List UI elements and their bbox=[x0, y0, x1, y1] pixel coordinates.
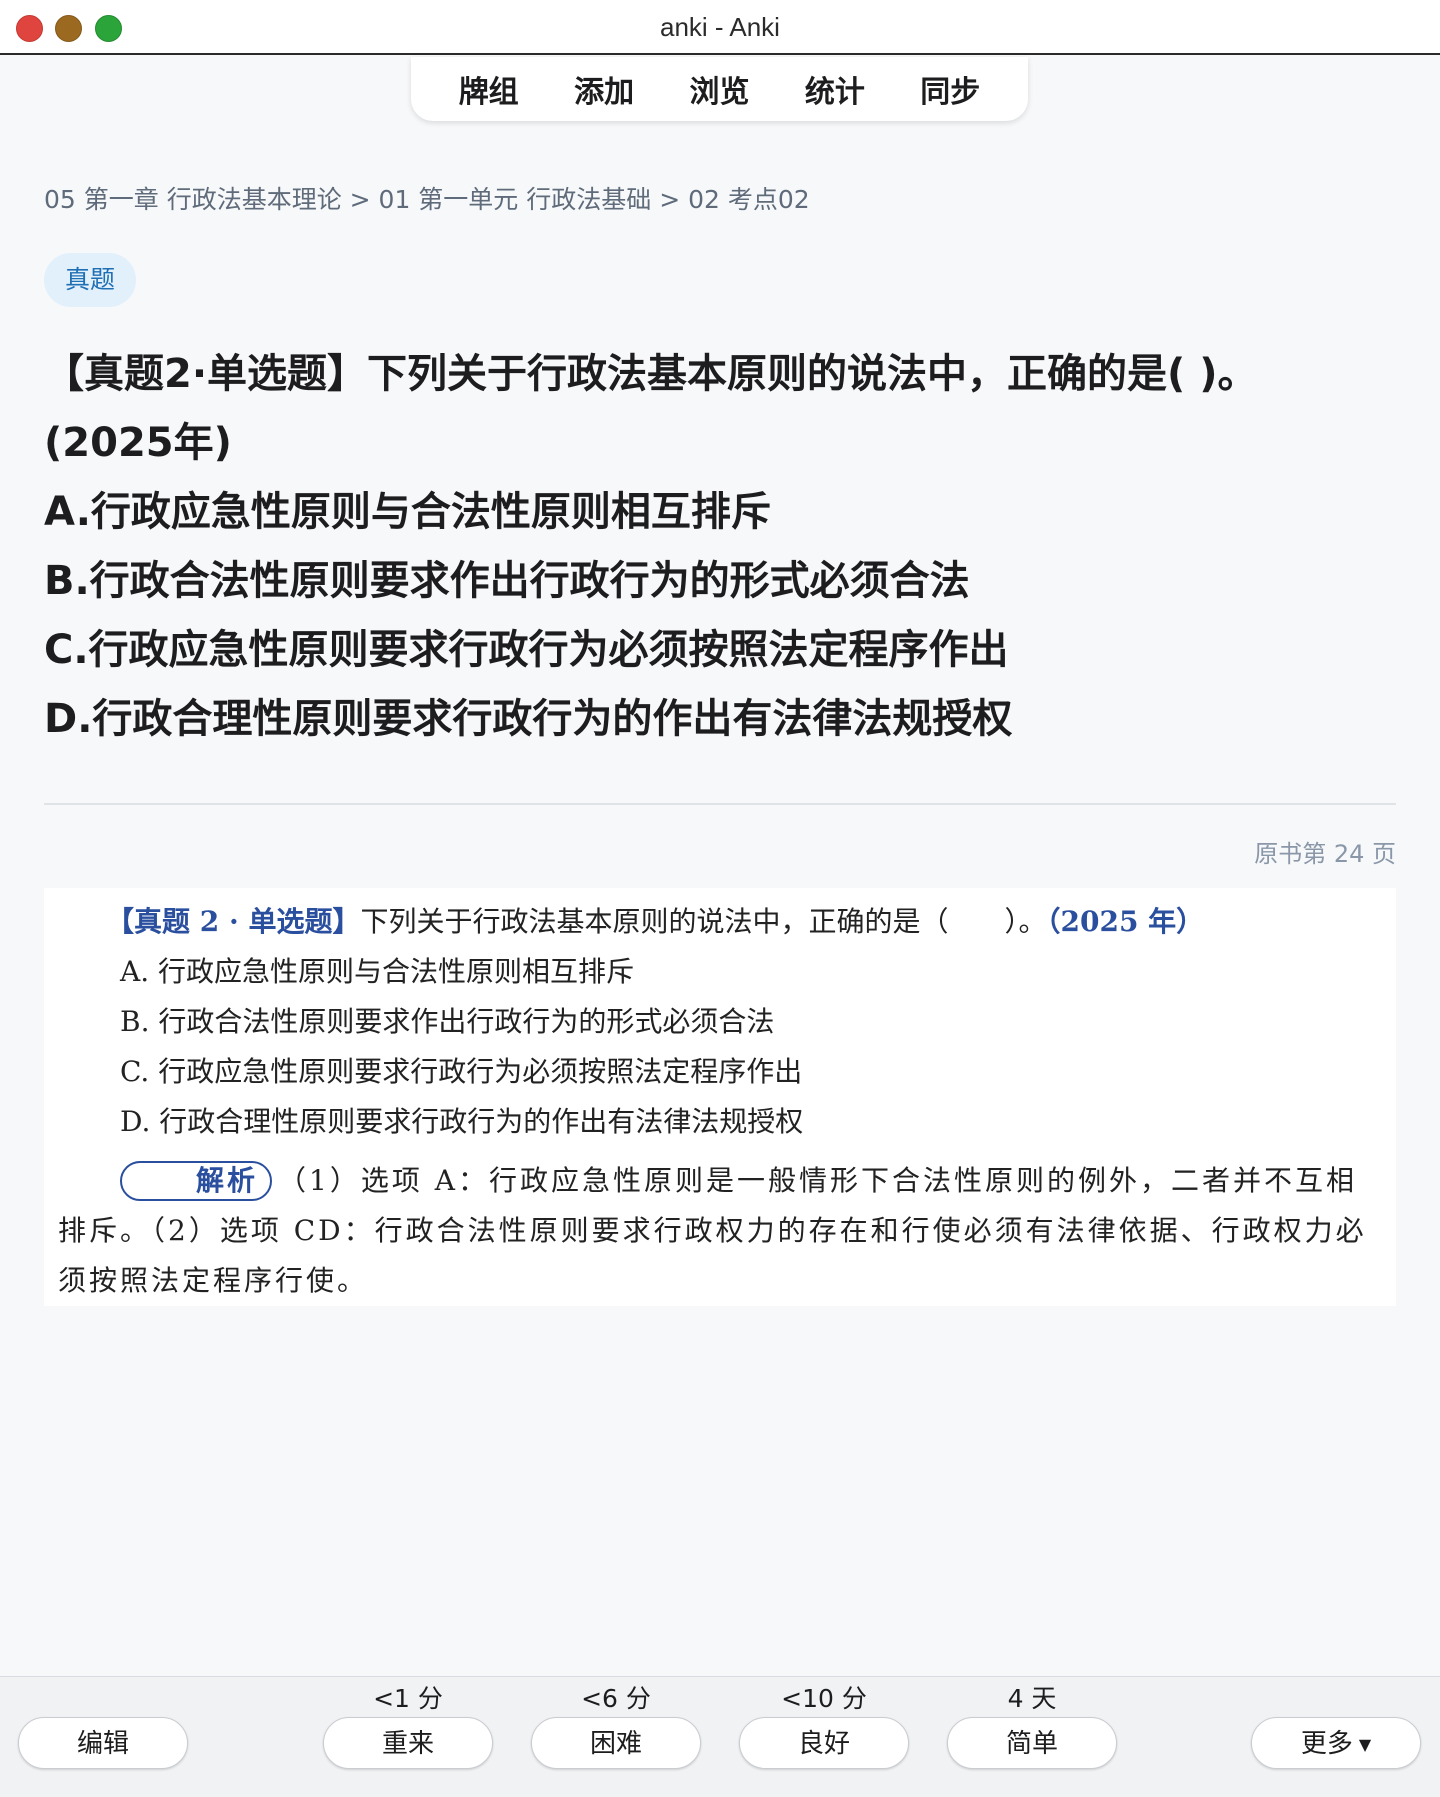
caret-down-icon: ▼ bbox=[1358, 1734, 1372, 1754]
toolbar-decks[interactable]: 牌组 bbox=[451, 63, 527, 115]
option-a: A.行政应急性原则与合法性原则相互排斥 bbox=[44, 489, 771, 535]
scan-heading-tag: 【真题 2 · 单选题】 bbox=[106, 905, 361, 938]
edit-button[interactable]: 编辑 bbox=[18, 1717, 188, 1769]
toolbar-stats[interactable]: 统计 bbox=[797, 63, 873, 115]
scan-heading: 【真题 2 · 单选题】下列关于行政法基本原则的说法中，正确的是（ ）。（202… bbox=[106, 900, 1204, 940]
card-tag: 真题 bbox=[44, 253, 136, 307]
interval-good: <10 分 bbox=[781, 1684, 867, 1713]
scan-option-b: B. 行政合法性原则要求作出行政行为的形式必须合法 bbox=[120, 1005, 775, 1038]
more-label: 更多 bbox=[1300, 1729, 1353, 1759]
option-c: C.行政应急性原则要求行政行为必须按照法定程序作出 bbox=[44, 627, 1009, 673]
book-scan-image: 【真题 2 · 单选题】下列关于行政法基本原则的说法中，正确的是（ ）。（202… bbox=[44, 888, 1396, 1306]
deck-breadcrumb: 05 第一章 行政法基本理论 > 01 第一单元 行政法基础 > 02 考点02 bbox=[44, 185, 810, 214]
option-b: B.行政合法性原则要求作出行政行为的形式必须合法 bbox=[44, 558, 970, 604]
scan-analysis: 解析 （1）选项 A：行政应急性原则是一般情形下合法性原则的例外，二者并不互相排斥… bbox=[58, 1156, 1382, 1306]
interval-again: <1 分 bbox=[373, 1684, 443, 1713]
scan-heading-year: （2025 年） bbox=[1046, 905, 1205, 938]
question-stem: 【真题2·单选题】下列关于行政法基本原则的说法中，正确的是( )。 bbox=[44, 351, 1258, 397]
analysis-badge: 解析 bbox=[120, 1161, 273, 1201]
interval-easy: 4 天 bbox=[1007, 1684, 1057, 1713]
window-title: anki - Anki bbox=[660, 12, 780, 42]
question-block: 【真题2·单选题】下列关于行政法基本原则的说法中，正确的是( )。 (2025年… bbox=[44, 340, 1394, 754]
scan-heading-text: 下列关于行政法基本原则的说法中，正确的是（ ）。 bbox=[360, 905, 1047, 938]
easy-button[interactable]: 简单 bbox=[947, 1717, 1117, 1769]
toolbar-sync[interactable]: 同步 bbox=[912, 63, 988, 115]
answer-bar bbox=[0, 1676, 1440, 1797]
scan-option-a: A. 行政应急性原则与合法性原则相互排斥 bbox=[120, 955, 635, 988]
toolbar-browse[interactable]: 浏览 bbox=[681, 63, 757, 115]
window-titlebar: anki - Anki bbox=[0, 0, 1440, 55]
answer-divider bbox=[44, 803, 1396, 805]
good-button[interactable]: 良好 bbox=[739, 1717, 909, 1769]
toolbar-add[interactable]: 添加 bbox=[566, 63, 642, 115]
more-button[interactable]: 更多 ▼ bbox=[1251, 1717, 1421, 1769]
scan-option-c: C. 行政应急性原则要求行政行为必须按照法定程序作出 bbox=[120, 1055, 803, 1088]
hard-button[interactable]: 困难 bbox=[531, 1717, 701, 1769]
again-button[interactable]: 重来 bbox=[323, 1717, 493, 1769]
main-toolbar: 牌组 添加 浏览 统计 同步 bbox=[411, 57, 1028, 121]
scan-option-d: D. 行政合理性原则要求行政行为的作出有法律法规授权 bbox=[120, 1105, 804, 1138]
interval-hard: <6 分 bbox=[581, 1684, 651, 1713]
page-reference: 原书第 24 页 bbox=[1254, 840, 1396, 868]
question-year: (2025年) bbox=[44, 420, 232, 466]
option-d: D.行政合理性原则要求行政行为的作出有法律法规授权 bbox=[44, 696, 1013, 742]
